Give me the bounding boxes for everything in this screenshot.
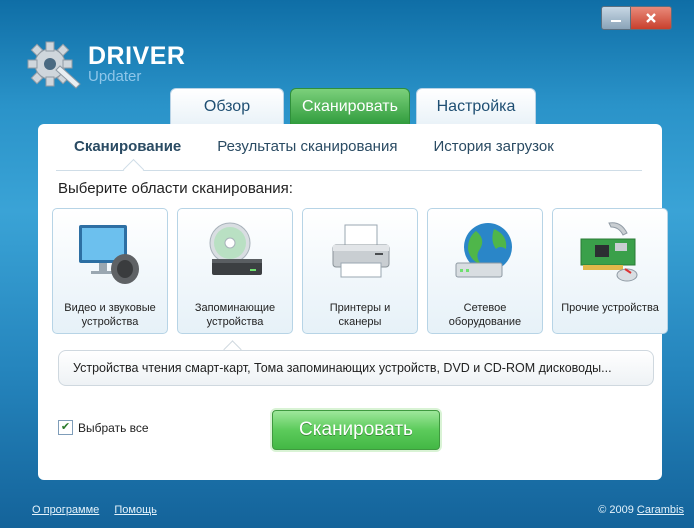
- category-label: Видео и звуковые устройства: [64, 302, 156, 328]
- company-link[interactable]: Carambis: [637, 504, 684, 516]
- subtabs: Сканирование Результаты сканирования Ист…: [74, 138, 590, 155]
- minimize-icon[interactable]: [601, 6, 631, 30]
- category-printers[interactable]: Принтеры и сканеры: [302, 208, 418, 334]
- category-other[interactable]: Прочие устройства: [552, 208, 668, 334]
- category-label: Прочие устройства: [561, 302, 659, 314]
- logo-subtitle: Updater: [88, 68, 142, 85]
- help-link[interactable]: Помощь: [114, 504, 157, 516]
- category-label: Сетевое оборудование: [448, 302, 522, 328]
- content-panel: Сканирование Результаты сканирования Ист…: [38, 124, 668, 480]
- main-tabs: Обзор Сканировать Настройка: [170, 88, 542, 125]
- select-all-checkbox[interactable]: ✔: [58, 420, 73, 435]
- select-all[interactable]: ✔ Выбрать все: [58, 420, 149, 435]
- category-label: Запоминающие устройства: [194, 302, 276, 328]
- scan-areas-prompt: Выберите области сканирования:: [58, 180, 293, 197]
- select-all-label: Выбрать все: [78, 420, 149, 435]
- subtab-pointer: [122, 158, 145, 181]
- scan-button[interactable]: Сканировать: [272, 410, 440, 450]
- globe-network-icon: [455, 223, 512, 278]
- logo-title: DRIVER: [88, 42, 186, 70]
- gear-logo-icon: [27, 41, 81, 89]
- subtab-scanning[interactable]: Сканирование: [74, 138, 181, 155]
- category-label: Принтеры и сканеры: [329, 302, 391, 328]
- copyright: © 2009 Carambis: [598, 504, 684, 516]
- copyright-prefix: © 2009: [598, 504, 634, 516]
- subtab-download-history[interactable]: История загрузок: [433, 138, 553, 155]
- scan-categories: Видео и звуковые устройства Запоминающие…: [52, 208, 677, 334]
- disc-drive-icon: [209, 222, 262, 275]
- window-controls: [601, 6, 672, 30]
- footer: О программе Помощь © 2009 Carambis: [32, 504, 684, 516]
- category-storage[interactable]: Запоминающие устройства: [177, 208, 293, 334]
- tab-scan[interactable]: Сканировать: [290, 88, 410, 125]
- tab-overview[interactable]: Обзор: [170, 88, 284, 125]
- tab-settings[interactable]: Настройка: [416, 88, 536, 125]
- about-link[interactable]: О программе: [32, 504, 99, 516]
- category-network[interactable]: Сетевое оборудование: [427, 208, 543, 334]
- app-logo: DRIVER Updater: [26, 36, 185, 92]
- printer-icon: [332, 224, 390, 278]
- close-icon[interactable]: [630, 6, 672, 30]
- subtab-divider: [56, 170, 642, 171]
- category-video-sound[interactable]: Видео и звуковые устройства: [52, 208, 168, 334]
- pci-card-icon: [580, 222, 638, 282]
- subtab-scan-results[interactable]: Результаты сканирования: [217, 138, 397, 155]
- category-description: Устройства чтения смарт-карт, Тома запом…: [58, 350, 654, 386]
- monitor-speaker-icon: [79, 225, 139, 284]
